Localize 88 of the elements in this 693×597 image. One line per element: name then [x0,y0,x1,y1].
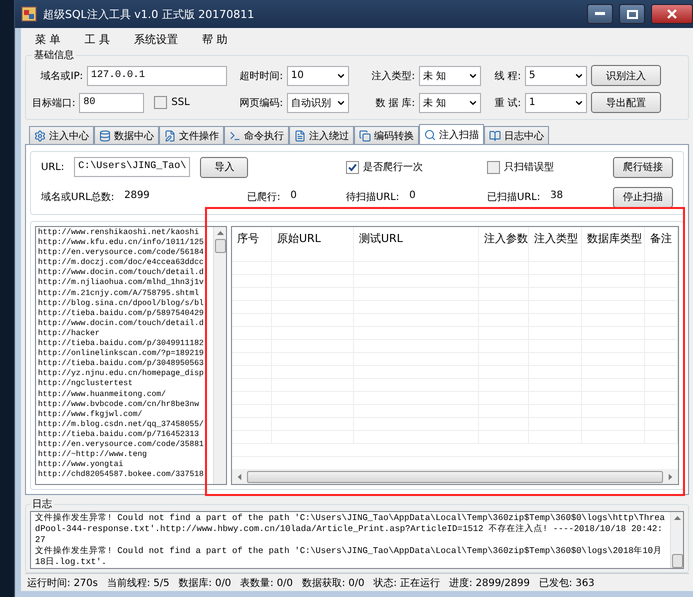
import-button[interactable]: 导入 [200,156,248,178]
field-label: 超时时间: [240,70,283,82]
field-label: 网页编码: [240,96,283,110]
menu-item[interactable]: 工 具 [84,32,110,44]
group-title: 基础信息 [33,48,75,62]
tab[interactable]: 命令执行 [224,126,289,144]
tab[interactable]: 数据中心 [94,126,159,144]
column-header[interactable]: 序号 [232,227,272,249]
scrollbar[interactable] [213,227,226,484]
status-text: 已发包: 363 [538,576,595,590]
scrollbar-thumb[interactable] [247,470,663,482]
close-button[interactable] [651,4,693,24]
up-arrow-icon [672,514,682,522]
input-field[interactable]: 127.0.0.1 [87,66,227,86]
action-button[interactable]: 识别注入 [591,65,661,86]
log-entry: 文件操作发生异常! Could not find a part of the path 'C:\Users\JING_Tao\AppData\Local\Temp\360zip$Temp\360$0\logs\http\ThreadPool-344-response.txt'.http://www.hbwy.com.cn/10lada/Article_Print.asp?ArticleID=1512 不存在注入点! ----2018/10/18 20:42:27 [35,513,666,546]
tab[interactable]: 编码转换 [354,126,419,144]
maximize-button[interactable] [619,4,645,24]
scrollbar-thumb[interactable] [672,554,682,568]
dropdown[interactable]: 1 [525,92,587,112]
field-label: 注入类型: [372,70,415,82]
app-icon [21,6,37,22]
checkbox[interactable]: SSL [154,96,190,109]
dropdown[interactable]: 10 [287,66,349,86]
field-label: 重 试: [494,96,521,110]
status-text: 表数量: 0/0 [240,576,293,590]
stat-text: 待扫描URL: 0 [346,190,417,204]
action-button[interactable]: 导出配置 [591,92,661,113]
checkmark-icon [348,162,357,172]
stat-text: 域名或URL总数: 2899 [41,190,151,204]
tab[interactable]: 注入绕过 [289,126,354,144]
status-text: 运行时间: 270s [27,576,98,590]
tab[interactable]: 日志中心 [484,126,549,144]
menu-item[interactable]: 系统设置 [134,32,178,44]
up-arrow-icon [216,229,224,237]
dropdown[interactable]: 未 知 [419,92,481,112]
tab[interactable]: 文件操作 [159,126,224,144]
stop-button[interactable]: 停止扫描 [613,186,673,208]
checkbox[interactable]: 只扫错误型 [487,160,554,174]
dropdown[interactable]: 未 知 [419,66,481,86]
database-icon [99,130,111,142]
field-label: 目标端口: [32,96,76,110]
input-field[interactable]: 80 [79,92,144,112]
field-label: URL: [41,162,64,172]
field-label: 线 程: [494,70,521,82]
scrollbar[interactable] [232,469,678,484]
scrollbar-thumb[interactable] [214,239,226,253]
minimize-button[interactable] [587,4,613,24]
status-text: 当前线程: 5/5 [106,576,170,590]
column-header[interactable]: 备注 [645,227,678,249]
document-icon [294,130,306,142]
copy-icon [359,130,371,142]
right-arrow-icon [666,472,675,480]
book-icon [489,130,501,142]
log-entry: 文件操作发生异常! Could not find a part of the path 'C:\Users\JING_Tao\AppData\Local\Temp\360zip$Temp\360$0\logs\2018年10月18日.log.txt'. [35,546,663,568]
minimize-icon [595,12,605,16]
column-header[interactable]: 数据库类型 [582,227,645,249]
dropdown[interactable]: 自动识别 [287,92,349,112]
crawl-button[interactable]: 爬行链接 [613,156,673,178]
group-title: 日志 [31,498,53,511]
field-label: 数 据 库: [375,96,415,110]
window-title: 超级SQL注入工具 v1.0 正式版 20170811 [43,6,256,22]
column-header[interactable]: 注入参数 [479,227,529,249]
status-text: 数据库: 0/0 [178,576,232,590]
stat-text: 已爬行: 0 [247,190,298,204]
column-header[interactable]: 测试URL [354,227,479,249]
scrollbar[interactable] [670,512,683,568]
column-header[interactable]: 原始URL [272,227,354,249]
tab[interactable]: 注入扫描 [419,124,484,144]
gear-icon [34,130,46,142]
stat-text: 已扫描URL: 38 [487,190,564,204]
status-text: 数据获取: 0/0 [302,576,364,590]
search-icon [424,128,436,140]
status-text: 进度: 2899/2899 [449,576,530,590]
field-label: 域名或IP: [40,70,83,82]
dropdown[interactable]: 5 [525,66,587,86]
close-icon [667,9,677,19]
terminal-icon [229,130,241,142]
status-text: 状态: 正在运行 [373,576,440,590]
menu-item[interactable]: 帮 助 [202,32,228,44]
column-header[interactable]: 注入类型 [529,227,582,249]
input-field[interactable]: C:\Users\JING_Tao\ [74,157,190,177]
left-arrow-icon [235,472,244,480]
tab[interactable]: 注入中心 [29,126,94,144]
pen-file-icon [164,130,176,142]
maximize-icon [626,10,638,18]
menu-item[interactable]: 菜 单 [35,32,60,44]
checkbox[interactable]: 是否爬行一次 [346,160,423,174]
